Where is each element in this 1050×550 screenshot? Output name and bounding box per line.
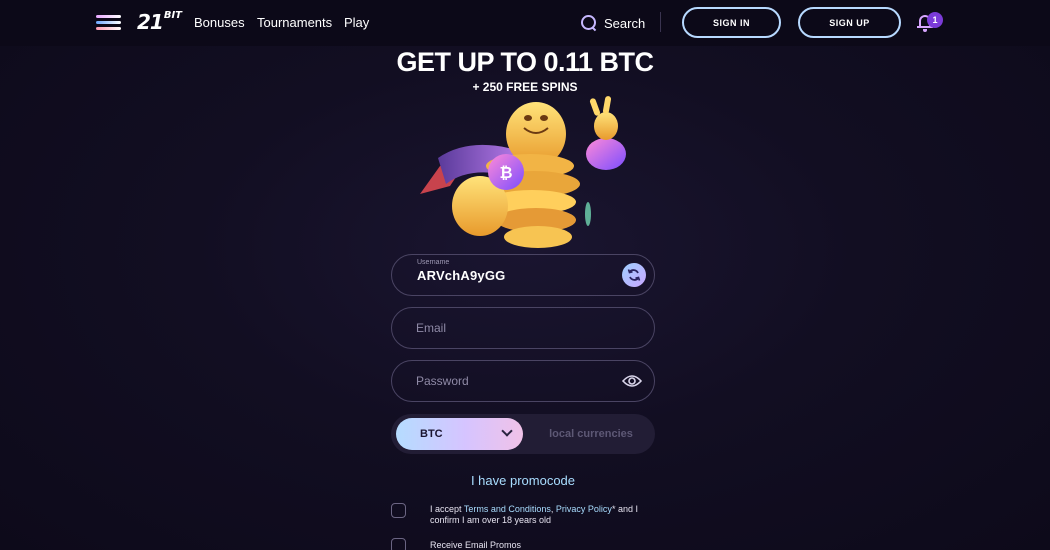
- nav-tournaments[interactable]: Tournaments: [257, 15, 332, 30]
- username-value[interactable]: ARVchA9yGG: [417, 268, 505, 283]
- privacy-link[interactable]: Privacy Policy: [556, 504, 612, 514]
- local-currencies-tab[interactable]: local currencies: [531, 428, 651, 440]
- terms-checkbox[interactable]: [391, 503, 406, 518]
- hero-subtitle: + 250 FREE SPINS: [472, 80, 578, 94]
- email-promos-checkbox[interactable]: [391, 538, 406, 550]
- email-input[interactable]: [416, 308, 616, 348]
- currency-selector: BTC local currencies: [391, 414, 655, 454]
- password-input[interactable]: [416, 361, 616, 401]
- chevron-down-icon: [501, 425, 513, 437]
- registration-page: 21BIT Bonuses Tournaments Play Search SI…: [0, 0, 1050, 550]
- currency-selected: BTC: [420, 428, 443, 440]
- nav-play[interactable]: Play: [344, 15, 369, 30]
- password-field[interactable]: [391, 360, 655, 402]
- header-divider: [660, 12, 661, 32]
- mascot-illustration: ₿: [420, 96, 626, 248]
- email-field[interactable]: [391, 307, 655, 349]
- refresh-icon[interactable]: [622, 263, 646, 287]
- search-button[interactable]: Search: [581, 13, 645, 33]
- sign-up-button[interactable]: SIGN UP: [798, 7, 901, 38]
- terms-link[interactable]: Terms and Conditions: [464, 504, 551, 514]
- svg-text:₿: ₿: [499, 163, 512, 182]
- terms-prefix: I accept: [430, 504, 464, 514]
- sign-in-button[interactable]: SIGN IN: [682, 7, 781, 38]
- eye-icon[interactable]: [622, 374, 642, 388]
- hero-title: GET UP TO 0.11 BTC: [396, 47, 654, 77]
- currency-dropdown[interactable]: BTC: [396, 418, 523, 450]
- search-label: Search: [604, 15, 646, 31]
- logo-suffix: BIT: [163, 10, 183, 21]
- search-icon: [581, 15, 597, 31]
- username-label: Username: [417, 259, 450, 266]
- email-promos-label: Receive Email Promos: [430, 540, 522, 550]
- notification-badge: 1: [927, 12, 943, 28]
- nav-bonuses[interactable]: Bonuses: [194, 15, 245, 30]
- terms-text: I accept Terms and Conditions, Privacy P…: [430, 504, 665, 526]
- username-field[interactable]: Username ARVchA9yGG: [391, 254, 655, 296]
- top-header: 21BIT Bonuses Tournaments Play Search SI…: [0, 0, 1050, 46]
- site-logo[interactable]: 21BIT: [137, 10, 182, 34]
- promocode-link[interactable]: I have promocode: [391, 473, 655, 488]
- logo-number: 21: [137, 10, 164, 34]
- menu-icon[interactable]: [96, 15, 121, 31]
